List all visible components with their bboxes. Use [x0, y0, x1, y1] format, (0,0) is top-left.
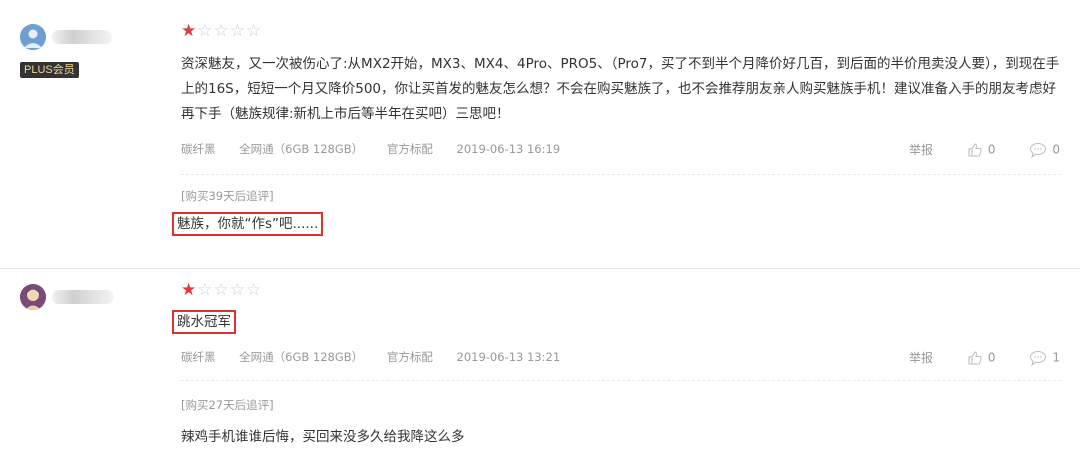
product-package: 官方标配 [386, 142, 433, 156]
reply-button[interactable]: 0 [1029, 142, 1060, 158]
like-button[interactable]: 0 [967, 142, 996, 158]
comment-bubble-icon [1030, 142, 1047, 158]
product-meta: 碳纤黑 全网通（6GB 128GB） 官方标配 2019-06-13 13:21 [181, 349, 580, 365]
reply-button[interactable]: 1 [1029, 350, 1060, 366]
thumbs-up-icon [968, 142, 982, 156]
avatar[interactable] [20, 284, 46, 310]
star-empty-icon: ☆☆☆☆ [197, 21, 263, 41]
product-color: 碳纤黑 [181, 350, 216, 364]
like-count: 0 [987, 350, 996, 364]
product-color: 碳纤黑 [181, 142, 216, 156]
product-version: 全网通（6GB 128GB） [239, 142, 364, 156]
review-content-highlighted: 跳水冠军 [172, 310, 236, 334]
divider [181, 380, 1061, 381]
report-link[interactable]: 举报 [909, 349, 933, 366]
review-date: 2019-06-13 16:19 [456, 142, 561, 156]
plus-member-badge: PLUS会员 [20, 62, 79, 78]
star-rating: ★☆☆☆☆ [181, 22, 262, 40]
product-meta: 碳纤黑 全网通（6GB 128GB） 官方标配 2019-06-13 16:19 [181, 141, 580, 157]
reply-count: 0 [1052, 142, 1060, 156]
username-blurred [52, 290, 114, 304]
reply-count: 1 [1052, 350, 1060, 364]
like-count: 0 [987, 142, 996, 156]
follow-up-content-highlighted: 魅族，你就“作s”吧...... [172, 212, 324, 236]
review-actions: 举报 0 0 [879, 141, 1060, 158]
star-rating: ★☆☆☆☆ [181, 281, 262, 299]
report-link[interactable]: 举报 [909, 141, 933, 158]
user-avatar-icon [20, 284, 46, 310]
divider [181, 174, 1061, 175]
review-item: PLUS会员 ★☆☆☆☆ 资深魅友，又一次被伤心了:从MX2开始，MX3、MX4… [0, 0, 1080, 269]
follow-up-content: 辣鸡手机谁谁后悔，买回来没多久给我降这么多 [181, 429, 465, 445]
username-blurred [52, 30, 112, 44]
product-package: 官方标配 [386, 350, 433, 364]
thumbs-up-icon [968, 350, 982, 364]
review-actions: 举报 0 1 [879, 349, 1060, 366]
star-empty-icon: ☆☆☆☆ [197, 280, 263, 300]
avatar[interactable] [20, 24, 46, 50]
follow-up-title: [购买27天后追评] [181, 398, 274, 412]
product-version: 全网通（6GB 128GB） [239, 350, 364, 364]
comment-bubble-icon [1030, 350, 1047, 366]
follow-up-title: [购买39天后追评] [181, 189, 274, 203]
star-filled-icon: ★ [181, 280, 198, 300]
review-date: 2019-06-13 13:21 [456, 350, 561, 364]
like-button[interactable]: 0 [967, 350, 996, 366]
review-content: 资深魅友，又一次被伤心了:从MX2开始，MX3、MX4、4Pro、PRO5、（P… [181, 56, 1060, 122]
star-filled-icon: ★ [181, 21, 198, 41]
review-item: ★☆☆☆☆ 跳水冠军 碳纤黑 全网通（6GB 128GB） 官方标配 2019-… [0, 268, 1080, 470]
user-avatar-icon [20, 24, 46, 50]
